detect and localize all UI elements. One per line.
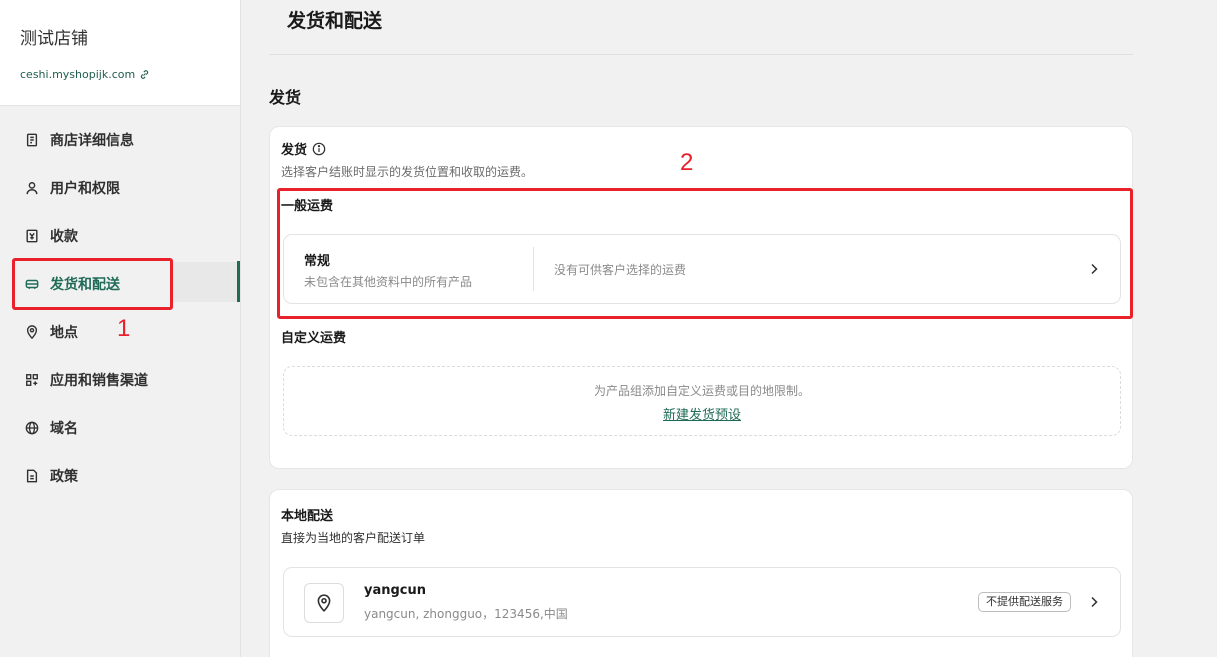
globe-icon: [24, 420, 40, 436]
info-icon[interactable]: [312, 142, 326, 156]
local-delivery-subtitle: 直接为当地的客户配送订单: [281, 531, 426, 545]
link-icon: [141, 70, 149, 79]
location-pin-icon: [304, 583, 344, 623]
status-badge: 不提供配送服务: [978, 592, 1071, 612]
custom-rates-empty-text: 为产品组添加自定义运费或目的地限制。: [593, 384, 810, 398]
shipping-card: 发货 选择客户结账时显示的发货位置和收取的运费。 一般运费 常规 未包含在其他资…: [269, 126, 1133, 469]
location-name: yangcun: [364, 583, 427, 598]
policy-doc-icon: [24, 468, 40, 484]
sidebar-item-policies[interactable]: 政策: [0, 452, 240, 500]
sidebar-item-shipping[interactable]: 发货和配送: [0, 260, 240, 308]
annotation-label-2: 2: [680, 149, 694, 176]
chevron-right-icon[interactable]: [1088, 263, 1100, 275]
shipping-heading: 发货: [281, 139, 326, 158]
annotation-label-1: 1: [117, 315, 131, 342]
custom-rates-label: 自定义运费: [281, 331, 347, 346]
sidebar-item-store-details[interactable]: 商店详细信息: [0, 116, 240, 164]
chevron-right-icon[interactable]: [1088, 596, 1100, 608]
sidebar-item-label: 域名: [50, 421, 78, 437]
sidebar-item-label: 应用和销售渠道: [50, 373, 148, 389]
local-delivery-heading: 本地配送: [281, 509, 334, 524]
rate-note: 没有可供客户选择的运费: [554, 263, 687, 277]
local-delivery-card: 本地配送 直接为当地的客户配送订单 yangcun yangcun, zhong…: [269, 489, 1133, 657]
rate-description: 未包含在其他资料中的所有产品: [304, 275, 473, 289]
shipping-subtitle: 选择客户结账时显示的发货位置和收取的运费。: [281, 165, 534, 179]
user-icon: [24, 180, 40, 196]
sidebar-item-payments[interactable]: 收款: [0, 212, 240, 260]
title-divider: [269, 54, 1133, 55]
section-title-shipping: 发货: [269, 88, 302, 107]
store-url-link[interactable]: ceshi.myshopijk.com: [20, 68, 150, 81]
settings-nav: 商店详细信息 用户和权限 收款 发货和配送 地点 应用和销售渠道 域名 政策: [0, 116, 240, 500]
sidebar-item-label: 政策: [50, 469, 78, 485]
sidebar-item-label: 发货和配送: [50, 277, 120, 293]
payment-icon: [24, 228, 40, 244]
sidebar-item-label: 用户和权限: [50, 181, 120, 197]
sidebar-item-label: 收款: [50, 229, 78, 245]
truck-icon: [24, 276, 40, 292]
location-address: yangcun, zhongguo，123456,中国: [364, 607, 568, 621]
store-card: 测试店铺 ceshi.myshopijk.com: [0, 0, 240, 106]
rate-divider: [533, 247, 534, 291]
store-doc-icon: [24, 132, 40, 148]
store-url-text[interactable]: ceshi.myshopijk.com: [20, 68, 135, 81]
general-rates-label: 一般运费: [281, 199, 334, 214]
sidebar-item-domains[interactable]: 域名: [0, 404, 240, 452]
page-title: 发货和配送: [287, 10, 383, 32]
apps-grid-icon: [24, 372, 40, 388]
sidebar-item-label: 商店详细信息: [50, 133, 134, 149]
custom-rates-empty: 为产品组添加自定义运费或目的地限制。 新建发货预设: [283, 366, 1121, 436]
sidebar-item-label: 地点: [50, 325, 78, 341]
location-pin-icon: [24, 324, 40, 340]
shipping-heading-text: 发货: [281, 143, 308, 158]
general-rate-row[interactable]: 常规 未包含在其他资料中的所有产品 没有可供客户选择的运费: [283, 234, 1121, 304]
store-name: 测试店铺: [20, 29, 88, 49]
sidebar-item-users[interactable]: 用户和权限: [0, 164, 240, 212]
create-shipping-profile-link[interactable]: 新建发货预设: [663, 404, 741, 423]
location-row[interactable]: yangcun yangcun, zhongguo，123456,中国 不提供配…: [283, 567, 1121, 637]
sidebar-item-apps[interactable]: 应用和销售渠道: [0, 356, 240, 404]
rate-name: 常规: [304, 254, 331, 269]
